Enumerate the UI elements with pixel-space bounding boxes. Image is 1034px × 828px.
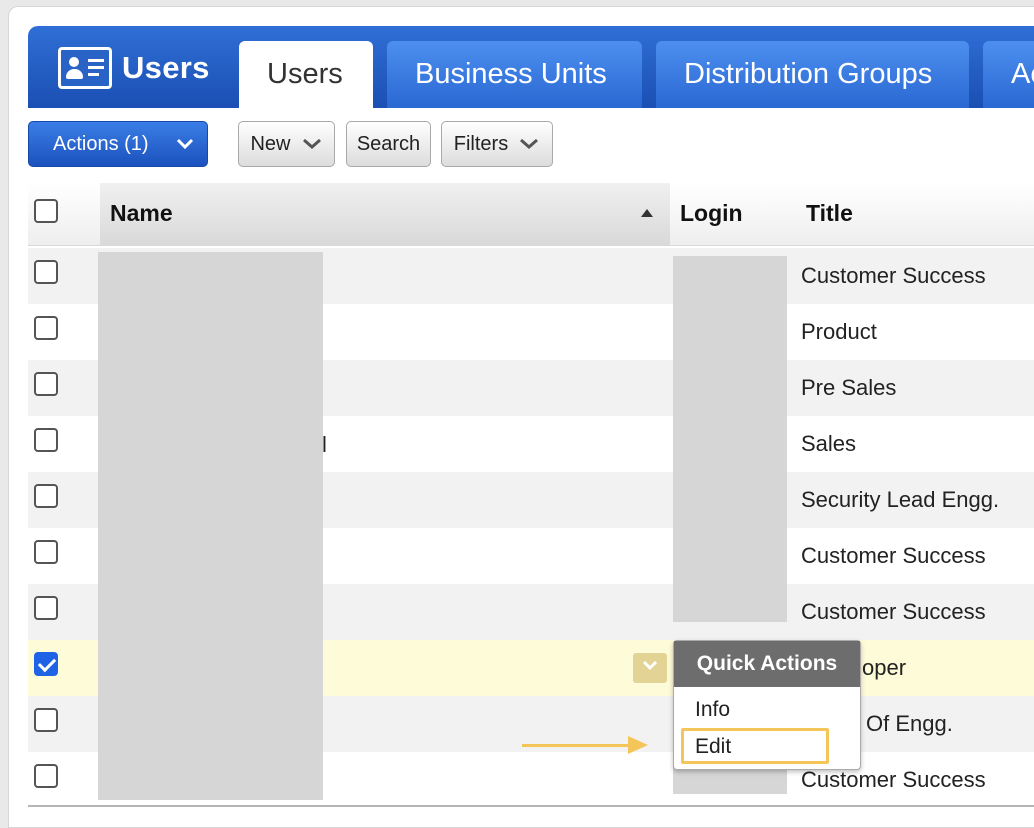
chevron-down-icon	[520, 138, 539, 149]
title-cell: Customer Success	[801, 543, 986, 568]
title-column-header[interactable]: Title	[806, 200, 853, 227]
row-checkbox-checked[interactable]	[34, 652, 58, 676]
title-cell: Pre Sales	[801, 375, 897, 400]
sort-ascending-icon[interactable]	[641, 209, 653, 217]
filters-button[interactable]: Filters	[441, 121, 553, 167]
actions-label: Actions (1)	[53, 132, 149, 155]
new-button[interactable]: New	[238, 121, 335, 167]
title-cell: Of Engg.	[866, 711, 953, 736]
tab-ac[interactable]: Ac	[983, 41, 1034, 108]
edit-highlight-box	[681, 728, 829, 764]
title-cell: oper	[862, 655, 907, 680]
arrow-head-icon	[628, 736, 648, 754]
title-cell: Customer Success	[801, 263, 986, 288]
title-cell: Sales	[801, 431, 857, 456]
select-all-checkbox[interactable]	[34, 199, 58, 223]
tab-distribution-groups[interactable]: Distribution Groups	[656, 41, 969, 108]
title-cell: Customer Success	[801, 599, 986, 624]
name-fragment: l	[322, 432, 327, 457]
tab-label: Users	[267, 58, 343, 90]
name-column-header[interactable]: Name	[110, 200, 173, 227]
chevron-down-icon	[176, 138, 194, 150]
row-checkbox[interactable]	[34, 540, 58, 564]
row-actions-dropdown[interactable]	[633, 653, 667, 683]
row-checkbox[interactable]	[34, 708, 58, 732]
pointer-arrow-icon	[522, 744, 632, 747]
search-button[interactable]: Search	[346, 121, 431, 167]
tab-label: Distribution Groups	[684, 58, 933, 90]
chevron-down-icon	[642, 660, 658, 671]
title-cell: Customer Success	[801, 767, 986, 792]
tab-users[interactable]: Users	[239, 41, 373, 108]
filters-label: Filters	[453, 132, 509, 155]
row-checkbox[interactable]	[34, 484, 58, 508]
row-checkbox[interactable]	[34, 260, 58, 284]
title-cell: Product	[801, 319, 877, 344]
new-label: New	[250, 132, 291, 155]
quick-actions-title: Quick Actions	[674, 641, 860, 687]
menu-item-info[interactable]: Info	[695, 698, 730, 722]
app-title: Users	[58, 44, 210, 92]
title-cell: Security Lead Engg.	[801, 487, 1000, 512]
row-checkbox[interactable]	[34, 316, 58, 340]
chevron-down-icon	[302, 138, 321, 149]
search-label: Search	[356, 132, 421, 155]
app-title-text: Users	[122, 50, 210, 85]
row-checkbox[interactable]	[34, 428, 58, 452]
row-checkbox[interactable]	[34, 372, 58, 396]
redacted-names	[98, 252, 323, 800]
tab-label: Ac	[1011, 58, 1034, 90]
user-card-icon	[58, 47, 112, 89]
actions-button[interactable]: Actions (1)	[28, 121, 208, 167]
row-checkbox[interactable]	[34, 596, 58, 620]
login-column-header[interactable]: Login	[680, 200, 743, 227]
tab-label: Business Units	[415, 58, 607, 90]
tab-business-units[interactable]: Business Units	[387, 41, 642, 108]
grid-bottom-border	[28, 805, 1034, 807]
redacted-logins	[673, 256, 787, 622]
row-checkbox[interactable]	[34, 764, 58, 788]
name-column-header-bg[interactable]	[100, 183, 670, 245]
